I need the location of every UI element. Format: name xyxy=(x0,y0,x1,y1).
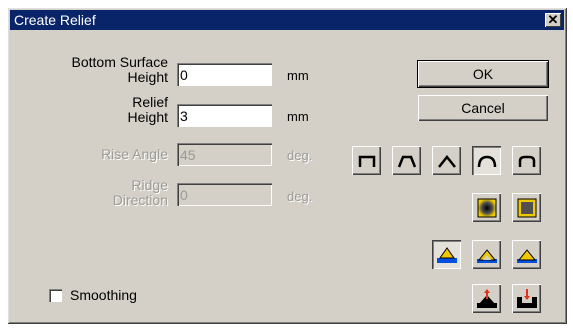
flat-fill-button[interactable] xyxy=(512,193,541,222)
base-mode-3-icon xyxy=(516,248,537,263)
relief-height-unit: mm xyxy=(287,109,309,124)
gradient-fill-icon xyxy=(477,198,496,217)
triangle-profile-icon xyxy=(437,154,456,168)
flat-fill-icon xyxy=(517,198,536,217)
smoothing-checkbox[interactable] xyxy=(49,289,62,302)
relief-height-label-line2: Height xyxy=(127,109,168,125)
bottom-surface-height-label-line1: Bottom Surface xyxy=(71,54,169,70)
square-profile-icon xyxy=(358,155,375,167)
push-down-button[interactable] xyxy=(512,284,541,313)
round-profile-button[interactable] xyxy=(472,146,501,175)
cancel-button[interactable]: Cancel xyxy=(418,95,548,121)
base-mode-2-button[interactable] xyxy=(472,240,501,269)
push-down-icon xyxy=(516,288,537,308)
relief-height-label-line1: Relief xyxy=(132,94,168,110)
window-title: Create Relief xyxy=(14,12,96,28)
rounded-rect-profile-button[interactable] xyxy=(512,146,541,175)
base-mode-1-button[interactable] xyxy=(432,240,461,269)
gradient-fill-button[interactable] xyxy=(472,193,501,222)
close-button[interactable]: ✕ xyxy=(545,13,561,27)
base-mode-2-icon xyxy=(476,248,497,263)
rise-angle-unit: deg. xyxy=(287,148,313,163)
triangle-profile-button[interactable] xyxy=(432,146,461,175)
square-profile-button[interactable] xyxy=(352,146,381,175)
bottom-surface-height-label: Bottom Surface Height xyxy=(40,54,169,85)
relief-height-input[interactable] xyxy=(177,104,272,127)
relief-height-label: Relief Height xyxy=(40,95,168,125)
bottom-surface-height-input[interactable] xyxy=(177,63,272,86)
title-bar: Create Relief ✕ xyxy=(10,10,564,30)
bottom-surface-height-label-line2: Height xyxy=(127,69,168,85)
rise-angle-input[interactable] xyxy=(177,143,272,166)
trapezoid-profile-button[interactable] xyxy=(392,146,421,175)
base-mode-1-icon xyxy=(436,246,457,263)
ridge-direction-input[interactable] xyxy=(177,183,272,206)
ridge-direction-label-line2: Direction xyxy=(112,192,168,208)
base-mode-3-button[interactable] xyxy=(512,240,541,269)
ridge-direction-label-line1: Ridge xyxy=(131,177,168,193)
raise-up-icon xyxy=(476,288,497,308)
ridge-direction-unit: deg. xyxy=(287,189,313,204)
bottom-surface-height-unit: mm xyxy=(287,68,309,83)
rise-angle-label: Rise Angle xyxy=(101,146,168,162)
raise-up-button[interactable] xyxy=(472,284,501,313)
trapezoid-profile-icon xyxy=(397,155,416,167)
ok-button[interactable]: OK xyxy=(417,60,549,88)
smoothing-label[interactable]: Smoothing xyxy=(70,287,137,303)
round-profile-icon xyxy=(477,155,496,167)
rounded-rect-profile-icon xyxy=(518,155,535,167)
ridge-direction-label: Ridge Direction xyxy=(40,178,168,208)
